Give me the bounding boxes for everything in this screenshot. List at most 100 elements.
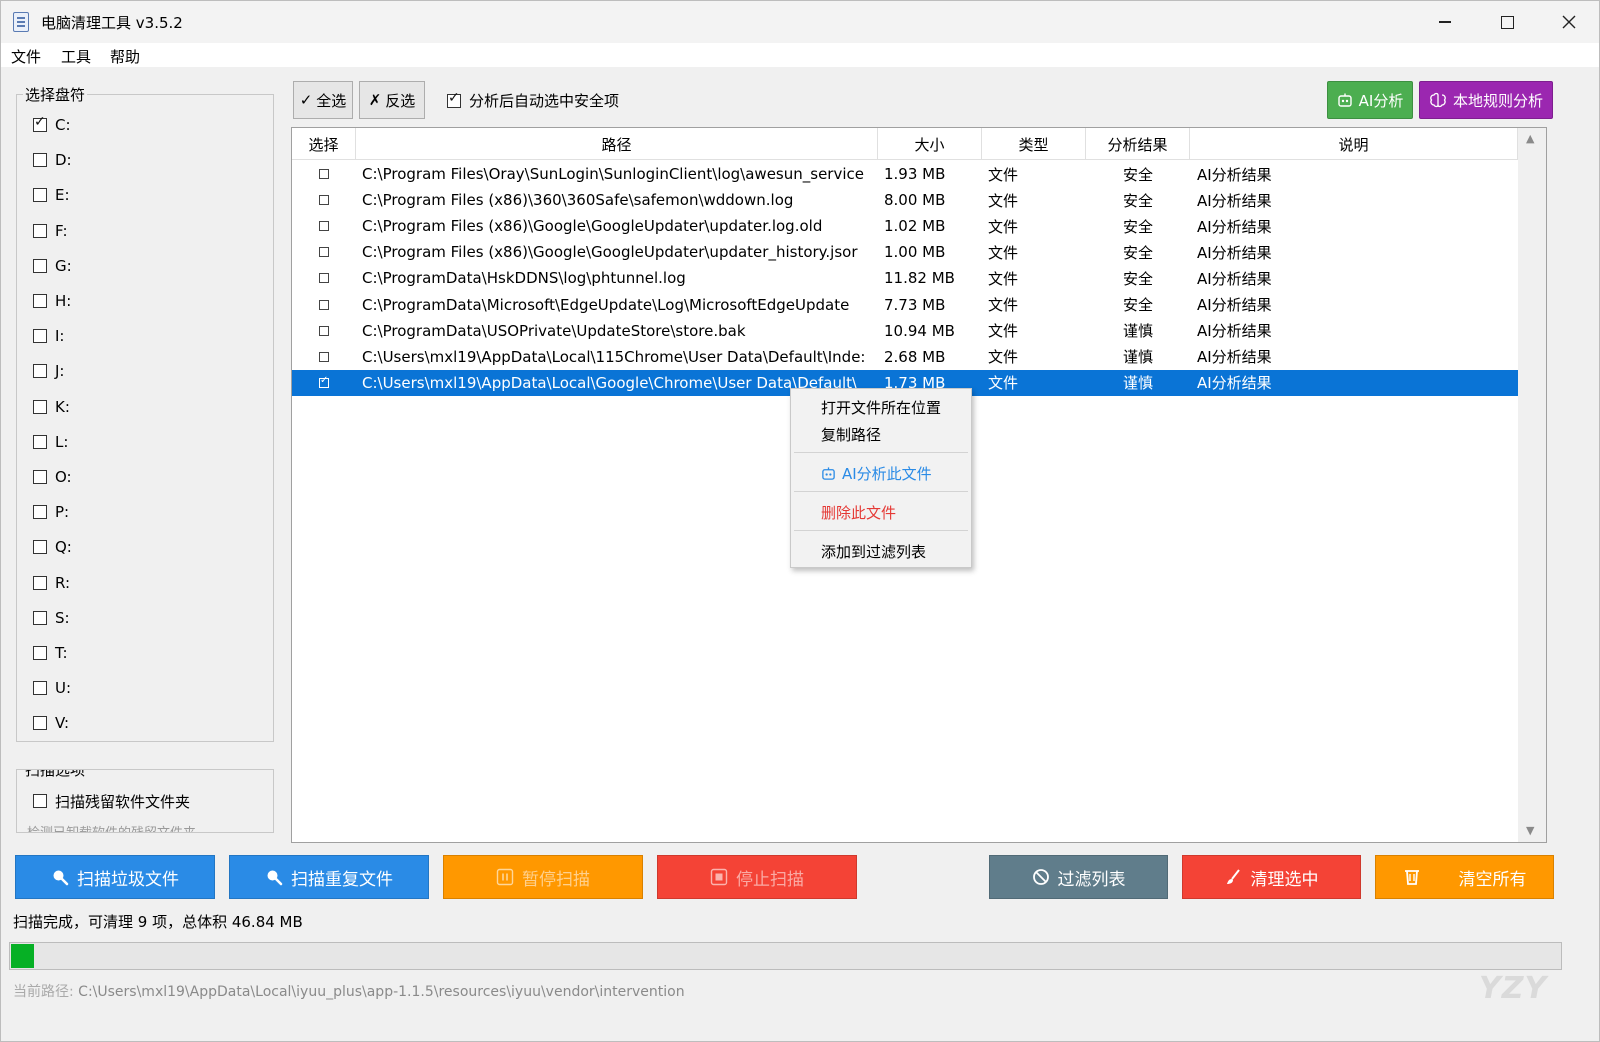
row-checkbox[interactable] bbox=[319, 247, 329, 258]
drive-checkbox[interactable] bbox=[33, 540, 47, 555]
drive-option[interactable]: U: bbox=[33, 678, 71, 698]
select-all-button[interactable]: ✓ 全选 bbox=[293, 81, 353, 119]
drive-option[interactable]: V: bbox=[33, 713, 69, 733]
drive-option[interactable]: J: bbox=[33, 361, 64, 381]
minimize-button[interactable] bbox=[1414, 1, 1476, 43]
drive-option[interactable]: O: bbox=[33, 467, 72, 487]
drive-option[interactable]: S: bbox=[33, 608, 70, 628]
row-select-cell[interactable] bbox=[292, 187, 356, 213]
row-checkbox[interactable] bbox=[319, 169, 329, 179]
local-rule-analyze-button[interactable]: 本地规则分析 bbox=[1419, 81, 1553, 119]
menu-copy-path[interactable]: 复制路径 bbox=[821, 424, 881, 445]
drive-checkbox[interactable] bbox=[33, 399, 47, 414]
table-row[interactable]: C:\Program Files (x86)\Google\GoogleUpda… bbox=[292, 239, 1518, 265]
drive-checkbox[interactable] bbox=[33, 610, 47, 625]
drive-checkbox[interactable] bbox=[33, 681, 47, 696]
table-row[interactable]: C:\ProgramData\HskDDNS\log\phtunnel.log 1… bbox=[292, 265, 1518, 291]
drive-checkbox[interactable] bbox=[33, 114, 47, 132]
drive-checkbox[interactable] bbox=[33, 188, 47, 203]
row-checkbox[interactable] bbox=[319, 221, 329, 232]
menu-delete-file[interactable]: 删除此文件 bbox=[821, 502, 896, 523]
auto-select-checkbox[interactable] bbox=[447, 90, 461, 108]
drive-checkbox[interactable] bbox=[33, 505, 47, 520]
column-header-path[interactable]: 路径 bbox=[356, 128, 878, 160]
column-header-select[interactable]: 选择 bbox=[292, 128, 356, 160]
invert-selection-button[interactable]: ✗ 反选 bbox=[359, 81, 425, 119]
filter-list-button[interactable]: 过滤列表 bbox=[989, 855, 1168, 899]
row-select-cell[interactable] bbox=[292, 161, 356, 187]
row-select-cell[interactable] bbox=[292, 318, 356, 344]
drive-option[interactable]: C: bbox=[33, 114, 71, 135]
drive-option[interactable]: I: bbox=[33, 326, 64, 346]
auto-select-option[interactable]: 分析后自动选中安全项 bbox=[447, 90, 619, 111]
drive-checkbox[interactable] bbox=[33, 223, 47, 238]
column-header-result[interactable]: 分析结果 bbox=[1086, 128, 1190, 160]
menu-tools[interactable]: 工具 bbox=[61, 46, 91, 67]
scroll-down-icon[interactable]: ▼ bbox=[1526, 824, 1534, 837]
drive-option[interactable]: P: bbox=[33, 502, 69, 522]
row-checkbox[interactable] bbox=[319, 195, 329, 206]
table-row[interactable]: C:\Users\mxl19\AppData\Local\115Chrome\U… bbox=[292, 344, 1518, 370]
cell-result: 安全 bbox=[1122, 217, 1153, 236]
drive-option[interactable]: D: bbox=[33, 150, 72, 170]
row-checkbox[interactable] bbox=[319, 351, 329, 362]
close-icon bbox=[1562, 15, 1576, 29]
drive-checkbox[interactable] bbox=[33, 716, 47, 731]
drive-checkbox[interactable] bbox=[33, 575, 47, 590]
row-select-cell[interactable] bbox=[292, 292, 356, 318]
ai-analyze-button[interactable]: AI分析 bbox=[1327, 81, 1413, 119]
drive-option[interactable]: H: bbox=[33, 291, 71, 311]
clear-all-button[interactable]: 清空所有 bbox=[1375, 855, 1554, 899]
drive-option[interactable]: K: bbox=[33, 397, 70, 417]
drive-checkbox[interactable] bbox=[33, 258, 47, 273]
drive-checkbox[interactable] bbox=[33, 364, 47, 379]
menu-open-location[interactable]: 打开文件所在位置 bbox=[821, 397, 941, 418]
drive-option[interactable]: G: bbox=[33, 256, 72, 276]
drive-option[interactable]: Q: bbox=[33, 537, 72, 557]
pause-scan-button[interactable]: 暂停扫描 bbox=[443, 855, 643, 899]
stop-scan-button[interactable]: 停止扫描 bbox=[657, 855, 857, 899]
row-select-cell[interactable] bbox=[292, 344, 356, 370]
drive-checkbox[interactable] bbox=[33, 646, 47, 660]
drive-option[interactable]: F: bbox=[33, 221, 68, 241]
table-row[interactable]: C:\Program Files (x86)\360\360Safe\safem… bbox=[292, 187, 1518, 213]
menu-ai-analyze-file[interactable]: AI分析此文件 bbox=[821, 463, 932, 484]
drive-option[interactable]: E: bbox=[33, 185, 70, 205]
drive-option[interactable]: T: bbox=[33, 643, 68, 663]
row-checkbox[interactable] bbox=[319, 273, 329, 284]
row-checkbox[interactable] bbox=[319, 299, 329, 310]
leftover-folder-option[interactable]: 扫描残留软件文件夹 bbox=[33, 791, 190, 811]
row-checkbox[interactable] bbox=[319, 325, 329, 336]
table-row[interactable]: C:\ProgramData\USOPrivate\UpdateStore\st… bbox=[292, 318, 1518, 344]
drive-checkbox[interactable] bbox=[33, 470, 47, 484]
row-select-cell[interactable] bbox=[292, 370, 356, 396]
drive-checkbox[interactable] bbox=[33, 434, 47, 449]
column-header-note[interactable]: 说明 bbox=[1190, 128, 1518, 160]
column-header-type[interactable]: 类型 bbox=[982, 128, 1086, 160]
maximize-button[interactable] bbox=[1476, 1, 1538, 43]
close-button[interactable] bbox=[1538, 1, 1600, 43]
row-select-cell[interactable] bbox=[292, 265, 356, 291]
menu-add-filter[interactable]: 添加到过滤列表 bbox=[821, 541, 926, 562]
scan-duplicate-button[interactable]: 扫描重复文件 bbox=[229, 855, 429, 899]
drive-checkbox[interactable] bbox=[33, 153, 47, 168]
drive-option[interactable]: R: bbox=[33, 573, 70, 593]
row-checkbox[interactable] bbox=[319, 375, 329, 388]
table-row[interactable]: C:\Program Files (x86)\Google\GoogleUpda… bbox=[292, 213, 1518, 239]
menu-help[interactable]: 帮助 bbox=[110, 46, 140, 67]
table-row[interactable]: C:\ProgramData\Microsoft\EdgeUpdate\Log\… bbox=[292, 292, 1518, 318]
scroll-up-icon[interactable]: ▲ bbox=[1526, 132, 1534, 145]
drive-checkbox[interactable] bbox=[33, 294, 47, 308]
drive-option[interactable]: L: bbox=[33, 432, 68, 452]
scan-junk-button[interactable]: 扫描垃圾文件 bbox=[15, 855, 215, 899]
table-row[interactable]: C:\Program Files\Oray\SunLogin\SunloginC… bbox=[292, 161, 1518, 187]
menu-file[interactable]: 文件 bbox=[11, 46, 41, 67]
leftover-checkbox[interactable] bbox=[33, 794, 47, 808]
cell-note: AI分析结果 bbox=[1197, 322, 1272, 341]
drive-checkbox[interactable] bbox=[33, 329, 47, 344]
column-header-size[interactable]: 大小 bbox=[878, 128, 982, 160]
row-select-cell[interactable] bbox=[292, 213, 356, 239]
row-select-cell[interactable] bbox=[292, 239, 356, 265]
clean-selected-button[interactable]: 清理选中 bbox=[1182, 855, 1361, 899]
vertical-scrollbar[interactable]: ▲ ▼ bbox=[1518, 128, 1546, 842]
